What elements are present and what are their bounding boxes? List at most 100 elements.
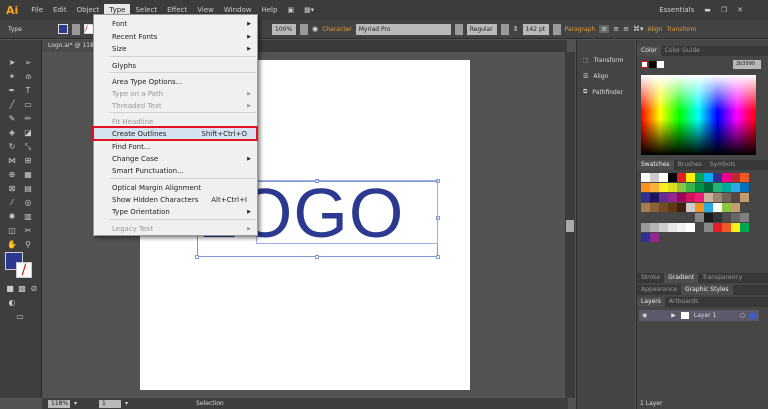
dock-transform[interactable]: ⬚ Transform [577,52,635,68]
swatch[interactable] [731,193,740,202]
swatch[interactable] [695,203,704,212]
tab-swatches[interactable]: Swatches [637,160,674,170]
swatch[interactable] [659,203,668,212]
width-tool-icon[interactable]: ⋈ [6,156,18,166]
swatch[interactable] [650,193,659,202]
swatch[interactable] [713,193,722,202]
swatch[interactable] [713,213,722,222]
swatch[interactable] [641,213,650,222]
magic-wand-tool-icon[interactable]: ✶ [6,72,18,82]
align-right-icon[interactable]: ≡ [623,25,629,33]
swatch[interactable] [713,173,722,182]
draw-mode-icon[interactable]: ◐ [6,298,18,308]
transform-link[interactable]: Transform [667,26,697,33]
zoom-tool-icon[interactable]: ⚲ [22,240,34,250]
minimize-button[interactable]: ▬ [699,4,716,16]
swatch[interactable] [722,173,731,182]
swatch[interactable] [677,203,686,212]
swatch[interactable] [641,223,650,232]
menu-item-font[interactable]: Font ▶ [94,18,257,30]
swatch[interactable] [740,183,749,192]
swatch[interactable] [641,233,650,242]
swatch[interactable] [722,193,731,202]
swatch[interactable] [731,223,740,232]
arrange-documents-icon[interactable]: ▦▾ [299,4,319,16]
handle[interactable] [195,255,199,259]
blend-tool-icon[interactable]: ◎ [22,198,34,208]
symbol-sprayer-tool-icon[interactable]: ✺ [6,212,18,222]
swatch[interactable] [686,213,695,222]
menu-item-smart-punctuation[interactable]: Smart Punctuation... [94,165,257,177]
target-icon[interactable]: ○ [740,312,745,319]
swatch[interactable] [650,233,659,242]
swatch[interactable] [722,213,731,222]
menu-item-size[interactable]: Size ▶ [94,43,257,55]
white-swatch[interactable] [657,61,664,68]
tab-color[interactable]: Color [637,46,661,56]
tab-graphic-styles[interactable]: Graphic Styles [681,285,733,295]
swatch[interactable] [704,183,713,192]
vertical-scrollbar[interactable] [565,52,575,398]
align-left-icon[interactable]: ≡ [599,25,610,33]
menu-item-type-orientation[interactable]: Type Orientation ▶ [94,206,257,218]
selection-tool-icon[interactable]: ➤ [6,58,18,68]
none-mode-icon[interactable]: ⊘ [28,284,40,294]
fill-swatch[interactable] [58,24,68,34]
swatch[interactable] [695,193,704,202]
menu-item-glyphs[interactable]: Glyphs [94,60,257,72]
swatch[interactable] [722,203,731,212]
stroke-color-box[interactable]: / [16,262,32,278]
swatch[interactable] [650,183,659,192]
none-swatch[interactable] [641,61,648,68]
swatch[interactable] [740,173,749,182]
pen-tool-icon[interactable]: ✒ [6,86,18,96]
layer-row[interactable]: ◉ ▶ Layer 1 ○ [639,310,759,321]
graph-tool-icon[interactable]: ▥ [22,212,34,222]
swatch[interactable] [659,183,668,192]
tab-artboards[interactable]: Artboards [665,297,702,307]
swatch[interactable] [695,213,704,222]
swatch[interactable] [668,183,677,192]
layer-name[interactable]: Layer 1 [694,312,716,319]
swatch[interactable] [650,173,659,182]
menu-item-recent-fonts[interactable]: Recent Fonts ▶ [94,31,257,43]
visibility-eye-icon[interactable]: ◉ [642,312,647,319]
swatch[interactable] [668,203,677,212]
scale-tool-icon[interactable]: ⤡ [22,142,34,152]
hex-color-field[interactable]: 2b3990 [733,60,761,69]
free-transform-tool-icon[interactable]: ⊞ [22,156,34,166]
font-family-field[interactable]: Myriad Pro [355,23,451,35]
screen-mode-icon[interactable]: ▭ [14,312,26,322]
swatch[interactable] [731,183,740,192]
workspace-switcher[interactable]: Essentials [654,4,699,16]
tab-transparency[interactable]: Transparency [698,273,746,283]
eyedropper-tool-icon[interactable]: ⁄ [6,198,18,208]
restore-button[interactable]: ❐ [716,4,732,16]
tab-appearance[interactable]: Appearance [637,285,681,295]
tab-color-guide[interactable]: Color Guide [661,46,704,56]
tab-stroke[interactable]: Stroke [637,273,664,283]
handle[interactable] [315,255,319,259]
perspective-grid-tool-icon[interactable]: ▦ [22,170,34,180]
swatch[interactable] [641,193,650,202]
rotate-tool-icon[interactable]: ↻ [6,142,18,152]
swatch[interactable] [650,213,659,222]
menu-item-change-case[interactable]: Change Case ▶ [94,153,257,165]
eraser-tool-icon[interactable]: ◪ [22,128,34,138]
swatch[interactable] [650,203,659,212]
font-size-dropdown[interactable] [552,23,561,35]
zoom-dropdown[interactable]: ▾ [74,400,77,407]
swatch[interactable] [740,223,749,232]
swatch[interactable] [686,193,695,202]
fill-dropdown[interactable] [72,23,80,35]
lasso-tool-icon[interactable]: ര [22,72,34,82]
font-family-dropdown[interactable] [454,23,463,35]
swatch[interactable] [704,203,713,212]
tab-layers[interactable]: Layers [637,297,665,307]
color-spectrum[interactable] [641,75,756,155]
swatch[interactable] [659,193,668,202]
document-tab[interactable]: Logo.ai* @ 118 [42,40,100,52]
envelope-icon[interactable]: ⌘▾ [633,25,644,33]
dock-align[interactable]: ☰ Align [577,68,635,84]
swatch[interactable] [650,223,659,232]
